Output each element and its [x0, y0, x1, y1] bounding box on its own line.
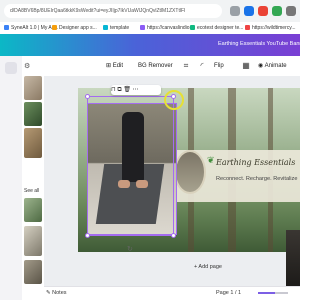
filter-icon[interactable]: ⚙	[24, 62, 42, 72]
see-all-link[interactable]: See all	[24, 188, 42, 194]
bg-remover-label: BG Remover	[138, 63, 173, 69]
more-icon[interactable]: ⋯	[133, 87, 139, 93]
tagline[interactable]: Reconnect. Recharge. Revitalize	[216, 176, 300, 182]
bookmark-label: ecotest designer te...	[197, 25, 244, 31]
bookmark-label: https://canvaslindio...	[147, 25, 194, 31]
photo-thumbnail[interactable]	[24, 260, 42, 284]
flip-button[interactable]: Flip	[214, 60, 224, 72]
bookmark-4[interactable]: https://canvaslindio...	[140, 24, 194, 32]
circle-photo[interactable]	[174, 150, 206, 194]
resize-handle[interactable]	[85, 94, 90, 99]
photo-thumbnail[interactable]	[24, 198, 42, 222]
bookmark-6[interactable]: https://wildtimercy...	[245, 24, 296, 32]
bg-remover-button[interactable]: BG Remover	[138, 60, 173, 72]
edit-icon: ⊞	[106, 63, 113, 69]
edit-button[interactable]: ⊞ Edit	[106, 60, 123, 72]
selection-box[interactable]	[87, 96, 174, 236]
notes-label: Notes	[52, 290, 67, 296]
bookmark-1[interactable]: SyneAlt 1.0 | My Ac...	[4, 24, 58, 32]
share-icon[interactable]	[230, 6, 240, 16]
photo-thumbnail[interactable]	[24, 76, 42, 100]
side-rail	[0, 56, 23, 300]
bookmark-label: template	[110, 25, 130, 31]
bookmark-5[interactable]: ecotest designer te...	[190, 24, 243, 32]
webcam-overlay	[286, 230, 300, 286]
rotate-icon[interactable]: ↻	[127, 246, 135, 254]
bookmark-2[interactable]: Designer app s...	[52, 24, 97, 32]
crop-icon[interactable]: ⌗	[180, 60, 192, 72]
design-icon[interactable]	[5, 62, 17, 74]
bookmark-label: https://wildtimercy...	[252, 25, 296, 31]
zoom-slider-fill	[258, 292, 275, 294]
add-page-button[interactable]: + Add page	[194, 264, 244, 274]
brand-name[interactable]: Earthing Essentials	[216, 158, 300, 167]
delete-icon[interactable]: 🗑	[123, 87, 131, 93]
resize-handle[interactable]	[171, 233, 176, 238]
page-indicator[interactable]: Page 1 / 1	[216, 288, 241, 298]
profile-icon[interactable]	[272, 6, 282, 16]
adjust-icon[interactable]: ▦	[240, 60, 252, 72]
menu-icon[interactable]	[286, 6, 296, 16]
corner-icon[interactable]: ◜	[196, 60, 208, 72]
bookmark-label: Designer app s...	[59, 25, 97, 31]
animate-icon: ◉	[258, 63, 265, 69]
address-input[interactable]: d/DA8BV6Bp/8UEIrQaa6tkkK9sWedit?ui=eyJII…	[4, 4, 222, 18]
bookmark-3[interactable]: template	[103, 24, 129, 32]
photo-thumbnail[interactable]	[24, 226, 42, 256]
leaf-icon: ❦	[207, 155, 215, 165]
flip-label: Flip	[214, 63, 224, 69]
extension-icon[interactable]	[244, 6, 254, 16]
photo-thumbnail[interactable]	[24, 102, 42, 126]
gmail-icon[interactable]	[258, 6, 268, 16]
edit-label: Edit	[112, 63, 124, 69]
cursor-highlight	[164, 90, 184, 110]
photo-thumbnail[interactable]	[24, 128, 42, 158]
project-title[interactable]: Earthing Essentials YouTube Banner	[218, 41, 300, 47]
animate-button[interactable]: ◉ Animate	[258, 60, 287, 72]
animate-label: Animate	[264, 63, 287, 69]
floating-toolbar[interactable]: ⊓ ⧉ 🗑 ⋯	[111, 85, 161, 95]
resize-handle[interactable]	[85, 233, 90, 238]
notes-button[interactable]: ✎ Notes	[46, 288, 67, 298]
duplicate-icon[interactable]: ⧉	[117, 87, 121, 93]
lock-icon[interactable]: ⊓	[111, 87, 116, 93]
